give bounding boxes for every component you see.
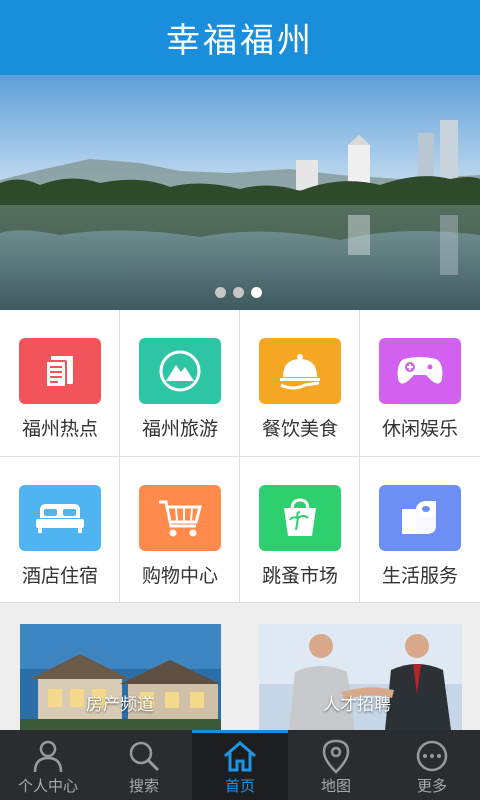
- more-icon: [416, 740, 448, 772]
- category-label: 福州旅游: [141, 418, 218, 440]
- carousel-dot[interactable]: [215, 287, 226, 298]
- banner-carousel[interactable]: [0, 75, 480, 310]
- tab-home[interactable]: 首页: [192, 730, 288, 800]
- mountain-icon: [139, 338, 221, 404]
- home-icon: [224, 741, 256, 772]
- category-shopping[interactable]: 购物中心: [120, 457, 240, 603]
- food-cloche-icon: [259, 338, 341, 404]
- category-life-service[interactable]: 生活服务: [360, 457, 480, 603]
- promo-section: 房产频道 人才招聘: [0, 603, 480, 730]
- bottom-tab-bar: 个人中心 搜索 首页 地图 更多: [0, 730, 480, 800]
- category-label: 酒店住宿: [21, 565, 98, 587]
- carousel-indicator: [215, 287, 262, 298]
- category-leisure[interactable]: 休闲娱乐: [360, 310, 480, 457]
- tab-label: 首页: [224, 777, 255, 795]
- tab-more[interactable]: 更多: [384, 730, 480, 800]
- bed-icon: [19, 485, 101, 551]
- toilet-paper-icon: [379, 485, 461, 551]
- tab-map[interactable]: 地图: [288, 730, 384, 800]
- app-header: 幸福福州: [0, 0, 480, 75]
- category-label: 购物中心: [141, 565, 218, 587]
- category-travel[interactable]: 福州旅游: [120, 310, 240, 457]
- category-label: 餐饮美食: [261, 418, 338, 440]
- category-hotel[interactable]: 酒店住宿: [0, 457, 120, 603]
- promo-real-estate[interactable]: 房产频道: [20, 624, 221, 730]
- promo-label: 房产频道: [86, 695, 154, 715]
- tab-label: 搜索: [128, 777, 159, 795]
- search-icon: [129, 741, 160, 772]
- person-icon: [33, 740, 63, 773]
- tab-label: 个人中心: [17, 777, 78, 795]
- category-hot-news[interactable]: 福州热点: [0, 310, 120, 457]
- app-title: 幸福福州: [166, 21, 314, 61]
- tab-label: 地图: [320, 777, 351, 795]
- tab-label: 更多: [416, 777, 447, 795]
- banner-image: [0, 75, 480, 310]
- tab-profile[interactable]: 个人中心: [0, 730, 96, 800]
- category-grid: 福州热点 福州旅游 餐饮美食 休闲娱乐 酒店住宿 购物中心 跳蚤市场 生活服务: [0, 310, 480, 603]
- promo-recruitment[interactable]: 人才招聘: [259, 624, 462, 730]
- category-label: 福州热点: [21, 418, 98, 440]
- shopping-cart-icon: [139, 485, 221, 551]
- shopping-bag-icon: [259, 485, 341, 551]
- category-label: 生活服务: [381, 565, 458, 587]
- tab-search[interactable]: 搜索: [96, 730, 192, 800]
- news-icon: [19, 338, 101, 404]
- category-label: 跳蚤市场: [261, 565, 338, 587]
- category-flea-market[interactable]: 跳蚤市场: [240, 457, 360, 603]
- promo-label: 人才招聘: [323, 695, 391, 715]
- category-food[interactable]: 餐饮美食: [240, 310, 360, 457]
- gamepad-icon: [379, 338, 461, 404]
- map-pin-icon: [322, 739, 350, 774]
- category-label: 休闲娱乐: [381, 418, 458, 440]
- carousel-dot[interactable]: [233, 287, 244, 298]
- carousel-dot-active[interactable]: [251, 287, 262, 298]
